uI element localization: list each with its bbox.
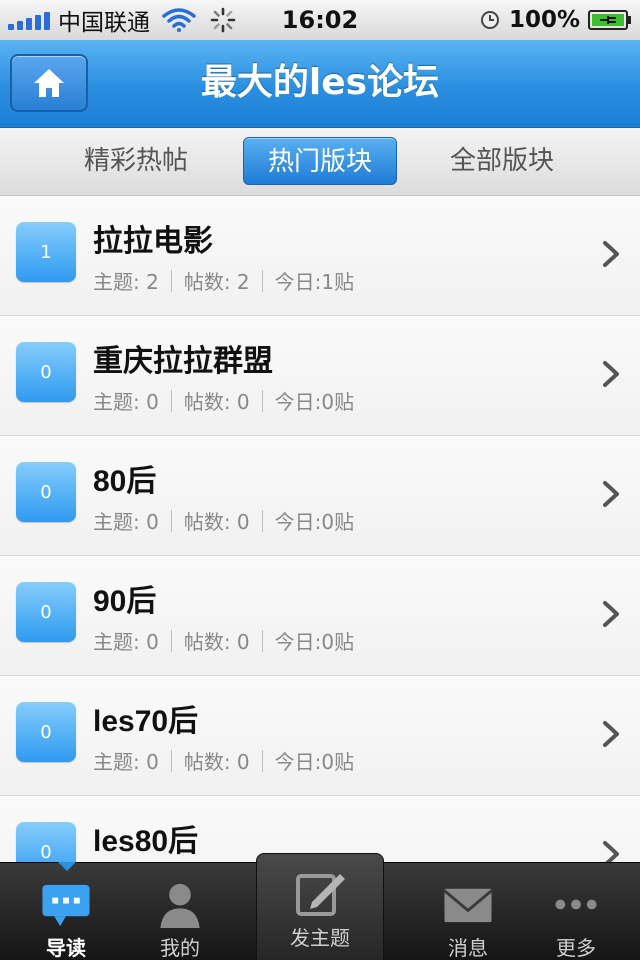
tabbar-label: 消息 [448, 936, 488, 960]
post-count: 帖数: 0 [183, 390, 250, 414]
segment-tabs: 精彩热帖 热门版块 全部版块 [0, 128, 640, 196]
today-posts: 今日:0贴 [274, 750, 355, 774]
tab-featured-posts[interactable]: 精彩热帖 [60, 137, 212, 185]
battery-percent: 100% [508, 7, 580, 33]
tabbar-item-guide[interactable]: 导读 [22, 863, 110, 960]
navigation-bar: 最大的les论坛 [0, 40, 640, 128]
tab-hot-forums[interactable]: 热门版块 [243, 137, 397, 185]
today-posts: 今日:0贴 [274, 390, 355, 414]
tabbar-item-compose[interactable]: 发主题 [256, 853, 384, 960]
divider [261, 629, 263, 652]
today-posts: 今日:1贴 [274, 270, 355, 294]
post-count: 帖数: 0 [183, 510, 250, 534]
status-left: 中国联通 [0, 3, 260, 37]
forum-stats: 主题: 0 帖数: 0 今日:0贴 [93, 386, 354, 415]
today-count-badge: 1 [16, 222, 76, 282]
tabbar-label: 更多 [556, 936, 596, 960]
chevron-right-icon [603, 481, 619, 507]
topic-count: 主题: 0 [93, 750, 159, 774]
divider [170, 389, 172, 412]
topic-count: 主题: 2 [93, 270, 159, 294]
tabbar-label: 我的 [160, 936, 200, 960]
forum-stats: 主题: 0 帖数: 0 今日:0贴 [93, 506, 354, 535]
forum-stats: 主题: 2 帖数: 2 今日:1贴 [93, 266, 354, 295]
compose-icon [296, 874, 345, 916]
post-count: 帖数: 0 [183, 750, 250, 774]
today-posts: 今日:0贴 [274, 630, 355, 654]
forum-name: 拉拉电影 [93, 225, 213, 258]
status-bar: 中国联通 16:02 100% [0, 0, 640, 40]
chat-bubble-icon [42, 884, 90, 927]
chevron-right-icon [603, 361, 619, 387]
page-title: 最大的les论坛 [200, 62, 440, 103]
today-count-badge: 0 [16, 342, 76, 402]
alarm-clock-icon [480, 11, 499, 29]
topic-count: 主题: 0 [93, 630, 159, 654]
post-count: 帖数: 0 [183, 630, 250, 654]
today-count-badge: 0 [16, 462, 76, 522]
signal-strength-icon [8, 10, 50, 30]
battery-charging-icon [588, 10, 631, 30]
tabbar-label: 发主题 [290, 926, 350, 950]
today-count-badge: 0 [16, 822, 76, 862]
tabbar-label: 导读 [46, 936, 86, 960]
divider [170, 509, 172, 532]
forum-row[interactable]: 0 80后 主题: 0 帖数: 0 今日:0贴 [0, 436, 640, 556]
forum-list[interactable]: 1 拉拉电影 主题: 2 帖数: 2 今日:1贴 0 重庆拉拉群盟 主题: 0 … [0, 196, 640, 862]
carrier-name: 中国联通 [58, 10, 150, 36]
divider [170, 269, 172, 292]
forum-name: 90后 [93, 585, 157, 618]
status-right: 100% [479, 7, 632, 33]
divider [261, 389, 263, 412]
divider [261, 509, 263, 532]
tabbar-item-mine[interactable]: 我的 [136, 863, 224, 960]
tabbar-item-more[interactable]: 更多 [532, 863, 620, 960]
envelope-icon [443, 888, 493, 923]
divider [170, 749, 172, 772]
tab-all-forums[interactable]: 全部版块 [426, 137, 578, 185]
divider [261, 269, 263, 292]
today-count-badge: 0 [16, 582, 76, 642]
divider [261, 749, 263, 772]
chevron-right-icon [603, 841, 619, 862]
divider [170, 629, 172, 652]
forum-name: les70后 [93, 705, 199, 738]
topic-count: 主题: 0 [93, 510, 159, 534]
activity-spinner-icon [210, 7, 236, 33]
chevron-right-icon [603, 241, 619, 267]
forum-name: 重庆拉拉群盟 [93, 345, 273, 378]
today-posts: 今日:0贴 [274, 510, 355, 534]
person-icon [160, 883, 200, 929]
bottom-tab-bar: 导读 我的 发主题 消息 更多 [0, 853, 640, 960]
forum-name: les80后 [93, 825, 199, 858]
topic-count: 主题: 0 [93, 390, 159, 414]
home-button[interactable] [10, 54, 88, 112]
today-count-badge: 0 [16, 702, 76, 762]
chevron-right-icon [603, 601, 619, 627]
home-icon [34, 69, 64, 97]
forum-name: 80后 [93, 465, 157, 498]
forum-row[interactable]: 0 les70后 主题: 0 帖数: 0 今日:0贴 [0, 676, 640, 796]
post-count: 帖数: 2 [183, 270, 250, 294]
forum-row[interactable]: 0 重庆拉拉群盟 主题: 0 帖数: 0 今日:0贴 [0, 316, 640, 436]
chevron-right-icon [603, 721, 619, 747]
forum-row[interactable]: 1 拉拉电影 主题: 2 帖数: 2 今日:1贴 [0, 196, 640, 316]
forum-stats: 主题: 0 帖数: 0 今日:0贴 [93, 746, 354, 775]
forum-stats: 主题: 0 帖数: 0 今日:0贴 [93, 626, 354, 655]
more-dots-icon [555, 899, 597, 910]
forum-row[interactable]: 0 90后 主题: 0 帖数: 0 今日:0贴 [0, 556, 640, 676]
wifi-icon [162, 8, 196, 32]
tabbar-item-messages[interactable]: 消息 [424, 863, 512, 960]
